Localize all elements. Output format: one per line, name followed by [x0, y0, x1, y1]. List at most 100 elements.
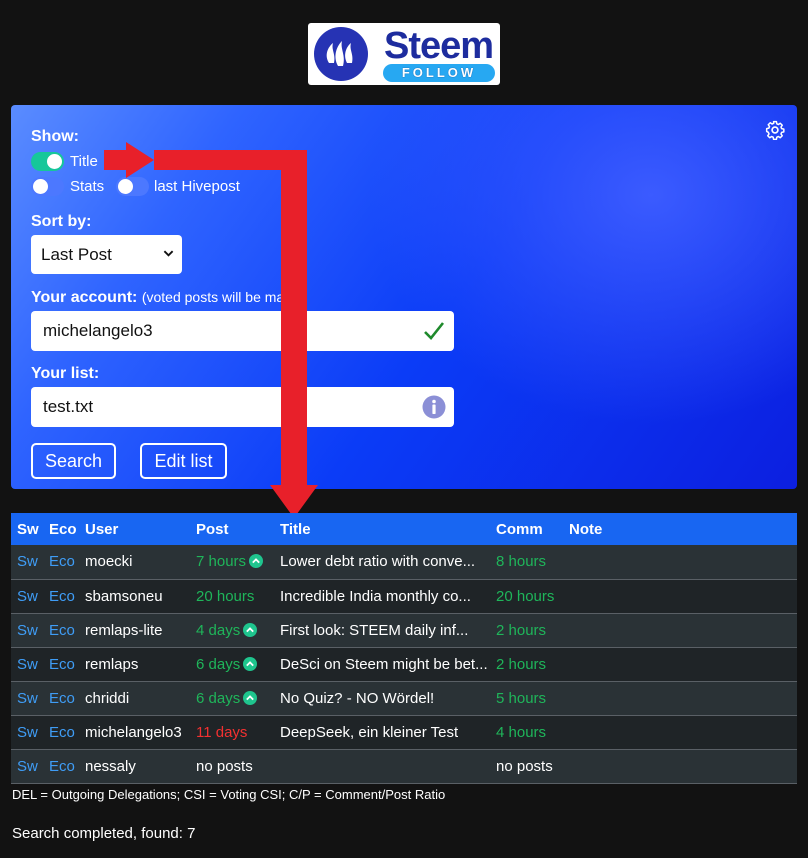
eco-link-text[interactable]: Eco: [49, 588, 75, 605]
note: [563, 647, 797, 682]
eco-link[interactable]: Eco: [43, 579, 79, 614]
post-age[interactable]: no posts: [190, 749, 274, 784]
post-title[interactable]: Incredible India monthly co...: [274, 579, 490, 614]
note: [563, 749, 797, 784]
comment-age: 5 hours: [490, 681, 563, 716]
post-age-text[interactable]: 20 hours: [196, 588, 254, 605]
post-title[interactable]: Lower debt ratio with conve...: [274, 545, 490, 580]
user-link[interactable]: remlaps-lite: [79, 613, 190, 648]
note: [563, 579, 797, 614]
post-title[interactable]: No Quiz? - NO Wördel!: [274, 681, 490, 716]
post-age-text[interactable]: 6 days: [196, 690, 240, 707]
voted-upvote-icon: [243, 656, 258, 671]
table-row: Sw Eco nessaly no posts no posts: [11, 749, 797, 784]
user-link[interactable]: sbamsoneu: [79, 579, 190, 614]
eco-link[interactable]: Eco: [43, 647, 79, 682]
sw-link[interactable]: Sw: [11, 579, 43, 614]
sw-link[interactable]: Sw: [11, 647, 43, 682]
results-table: Sw Eco User Post Title Comm Note Sw Eco mo…: [11, 513, 797, 784]
col-header-comm[interactable]: Comm: [490, 513, 563, 545]
post-title-text[interactable]: Incredible India monthly co...: [280, 588, 471, 605]
post-title[interactable]: [274, 749, 490, 784]
post-title[interactable]: DeepSeek, ein kleiner Test: [274, 715, 490, 750]
table-row: Sw Eco sbamsoneu 20 hours Incredible India m…: [11, 579, 797, 614]
user-link[interactable]: nessaly: [79, 749, 190, 784]
eco-link-text[interactable]: Eco: [49, 656, 75, 673]
sw-link-text[interactable]: Sw: [17, 758, 38, 775]
post-age-text[interactable]: 4 days: [196, 622, 240, 639]
comment-age-text: 2 hours: [496, 621, 547, 639]
user-link-text[interactable]: sbamsoneu: [85, 588, 163, 605]
note: [563, 613, 797, 648]
col-header-sw[interactable]: Sw: [11, 513, 43, 545]
annotation-arrow-right: [104, 142, 154, 178]
user-link-text[interactable]: nessaly: [85, 758, 136, 775]
sw-link[interactable]: Sw: [11, 715, 43, 750]
user-link[interactable]: remlaps: [79, 647, 190, 682]
status-text: Search completed, found: 7: [12, 825, 196, 842]
post-age[interactable]: 20 hours: [190, 579, 274, 614]
note: [563, 715, 797, 750]
col-header-post[interactable]: Post: [190, 513, 274, 545]
sw-link-text[interactable]: Sw: [17, 553, 38, 570]
post-title[interactable]: DeSci on Steem might be bet...: [274, 647, 490, 682]
col-header-user[interactable]: User: [79, 513, 190, 545]
note: [563, 681, 797, 716]
post-age-text[interactable]: 11 days: [196, 724, 247, 741]
post-age-text[interactable]: 6 days: [196, 656, 240, 673]
user-link[interactable]: moecki: [79, 545, 190, 580]
table-row: Sw Eco chriddi 6 days No Quiz? - NO Wördel! 5…: [11, 681, 797, 716]
sw-link-text[interactable]: Sw: [17, 622, 38, 639]
table-row: Sw Eco moecki 7 hours Lower debt ratio with …: [11, 545, 797, 580]
user-link-text[interactable]: remlaps: [85, 656, 138, 673]
post-age[interactable]: 7 hours: [190, 545, 274, 580]
user-link-text[interactable]: michelangelo3: [85, 724, 182, 741]
sw-link-text[interactable]: Sw: [17, 724, 38, 741]
user-link[interactable]: michelangelo3: [79, 715, 190, 750]
eco-link-text[interactable]: Eco: [49, 724, 75, 741]
eco-link-text[interactable]: Eco: [49, 758, 75, 775]
post-title-text[interactable]: First look: STEEM daily inf...: [280, 622, 468, 639]
post-title-text[interactable]: Lower debt ratio with conve...: [280, 553, 475, 570]
table-row: Sw Eco remlaps 6 days DeSci on Steem might b…: [11, 647, 797, 682]
col-header-eco[interactable]: Eco: [43, 513, 79, 545]
sw-link[interactable]: Sw: [11, 749, 43, 784]
post-age-text[interactable]: no posts: [196, 758, 253, 775]
eco-link[interactable]: Eco: [43, 681, 79, 716]
post-title[interactable]: First look: STEEM daily inf...: [274, 613, 490, 648]
comment-age: 2 hours: [490, 613, 563, 648]
comment-age-text: 2 hours: [496, 655, 547, 673]
eco-link-text[interactable]: Eco: [49, 553, 75, 570]
comment-age-text: 4 hours: [496, 723, 547, 741]
post-title-text[interactable]: DeSci on Steem might be bet...: [280, 656, 488, 673]
sw-link[interactable]: Sw: [11, 681, 43, 716]
sw-link-text[interactable]: Sw: [17, 656, 38, 673]
sw-link[interactable]: Sw: [11, 545, 43, 580]
note: [563, 545, 797, 580]
post-title-text[interactable]: DeepSeek, ein kleiner Test: [280, 724, 458, 741]
post-title-text[interactable]: No Quiz? - NO Wördel!: [280, 690, 434, 707]
post-age[interactable]: 6 days: [190, 647, 274, 682]
sw-link-text[interactable]: Sw: [17, 690, 38, 707]
eco-link[interactable]: Eco: [43, 715, 79, 750]
comment-age: 20 hours: [490, 579, 563, 614]
sw-link-text[interactable]: Sw: [17, 588, 38, 605]
post-age[interactable]: 4 days: [190, 613, 274, 648]
user-link[interactable]: chriddi: [79, 681, 190, 716]
col-header-title[interactable]: Title: [274, 513, 490, 545]
user-link-text[interactable]: remlaps-lite: [85, 622, 163, 639]
post-age[interactable]: 11 days: [190, 715, 274, 750]
user-link-text[interactable]: chriddi: [85, 690, 129, 707]
post-age[interactable]: 6 days: [190, 681, 274, 716]
eco-link[interactable]: Eco: [43, 613, 79, 648]
post-age-text[interactable]: 7 hours: [196, 553, 246, 570]
eco-link-text[interactable]: Eco: [49, 622, 75, 639]
eco-link[interactable]: Eco: [43, 749, 79, 784]
eco-link-text[interactable]: Eco: [49, 690, 75, 707]
comment-age-text: no posts: [496, 757, 553, 775]
eco-link[interactable]: Eco: [43, 545, 79, 580]
comment-age: 8 hours: [490, 545, 563, 580]
user-link-text[interactable]: moecki: [85, 553, 133, 570]
sw-link[interactable]: Sw: [11, 613, 43, 648]
col-header-note[interactable]: Note: [563, 513, 797, 545]
